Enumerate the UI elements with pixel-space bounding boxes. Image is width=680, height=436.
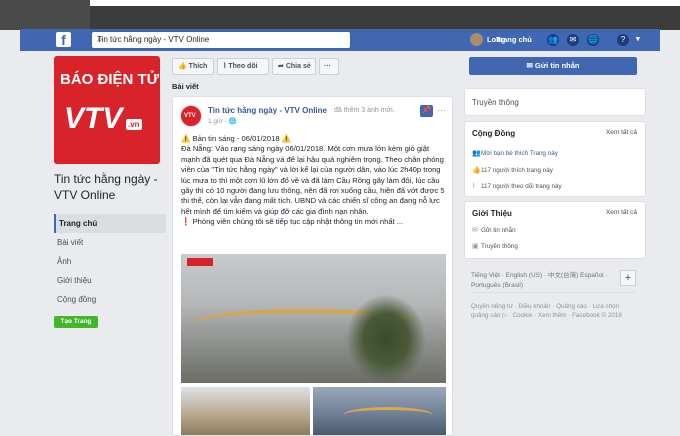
- pin-icon[interactable]: 📌: [420, 105, 433, 117]
- rss-icon: ⌇: [223, 63, 227, 70]
- help-icon[interactable]: ?: [617, 34, 629, 46]
- follow-button[interactable]: ⌇ Theo dõi: [217, 58, 269, 75]
- post-author-link[interactable]: Tin tức hằng ngày - VTV Online: [208, 106, 327, 115]
- share-button[interactable]: ➦ Chia sẻ: [272, 58, 316, 75]
- media-small-icon: ▣: [472, 243, 479, 250]
- nav-item-posts[interactable]: Bài viết: [54, 233, 166, 252]
- os-chrome-bar: [90, 6, 680, 30]
- messenger-icon[interactable]: ✉: [567, 34, 579, 46]
- post-headline: ⚠️ Bản tin sáng - 06/01/2018 ⚠️: [181, 134, 292, 143]
- post-timestamp[interactable]: 1 giờ · 🌐: [208, 117, 237, 125]
- logo-brand: VTV: [64, 102, 123, 135]
- post-action-text: đã thêm 3 ảnh mới.: [334, 107, 395, 114]
- about-title: Giới Thiệu: [472, 209, 512, 218]
- os-chrome-strip: [90, 0, 680, 6]
- logo-line1: BÁO ĐIỆN TỬ: [60, 71, 160, 88]
- dragon-bridge-shape: [343, 407, 433, 423]
- add-language-button[interactable]: +: [620, 270, 636, 286]
- about-see-all-link[interactable]: Xem tất cả: [606, 209, 637, 216]
- community-title: Cộng Đồng: [472, 129, 516, 138]
- post-photo-2[interactable]: [181, 387, 310, 435]
- post-photo-3[interactable]: [313, 387, 446, 435]
- nav-item-community[interactable]: Cộng đồng: [54, 290, 166, 309]
- logo-suffix: .vn: [126, 119, 142, 130]
- followers-count-row: ⌇ 117 người theo dõi trang này: [472, 183, 562, 190]
- page-left-nav: Trang chủ Bài viết Ảnh Giới thiệu Cộng đ…: [54, 214, 166, 309]
- footer-links[interactable]: Quyền riêng tư · Điều khoản · Quảng cáo …: [471, 302, 631, 321]
- send-message-button[interactable]: ✉ Gửi tin nhắn: [469, 57, 637, 75]
- nav-item-photos[interactable]: Ảnh: [54, 252, 166, 271]
- vtv-watermark: [187, 258, 213, 266]
- notifications-icon[interactable]: 🌐: [587, 34, 599, 46]
- post-photo-main[interactable]: [181, 254, 446, 383]
- page-title[interactable]: Tin tức hằng ngày - VTV Online: [54, 171, 164, 203]
- language-selector[interactable]: Tiếng Việt · English (US) · 中文(台灣) Españ…: [471, 271, 616, 291]
- like-count-icon: 👍: [472, 167, 481, 174]
- about-box: Giới Thiệu Xem tất cả ✉ Gửi tin nhắn ▣ Tru…: [464, 201, 646, 259]
- share-icon: ➦: [278, 63, 284, 70]
- create-page-button[interactable]: Tạo Trang: [54, 316, 98, 328]
- home-link[interactable]: Trang chủ: [496, 35, 532, 44]
- post-options-icon[interactable]: ···: [437, 105, 446, 115]
- follow-count-icon: ⌇: [472, 183, 476, 190]
- invite-icon: 👥: [472, 150, 481, 157]
- account-menu-chevron-icon[interactable]: ▾: [636, 34, 640, 43]
- invite-friends-row[interactable]: 👥Mời bạn bè thích Trang này: [472, 149, 558, 157]
- about-send-message-row[interactable]: ✉ Gửi tin nhắn: [472, 226, 516, 234]
- like-icon: 👍: [178, 63, 187, 70]
- facebook-top-bar: f Tin tức hằng ngày - VTV Online ⌕ Long …: [20, 29, 660, 51]
- search-icon[interactable]: ⌕: [97, 34, 346, 45]
- messenger-small-icon: ✉: [472, 227, 478, 234]
- post-paragraph: Đà Nẵng: Vào rạng sáng ngày 06/01/2018. …: [181, 144, 445, 216]
- likes-count-row: 👍117 người thích trang này: [472, 167, 553, 174]
- media-box: Truyền thông: [464, 88, 646, 116]
- post-author-avatar[interactable]: VTV: [180, 105, 202, 127]
- posts-section-title: Bài viết: [172, 82, 199, 91]
- more-actions-button[interactable]: ···: [319, 58, 339, 75]
- community-box: Cộng Đồng Xem tất cả 👥Mời bạn bè thích T…: [464, 121, 646, 197]
- about-media-row[interactable]: ▣ Truyền thông: [472, 242, 518, 250]
- page-profile: BÁO ĐIỆN TỬ VTV .vn: [54, 56, 164, 164]
- footer-divider: [471, 292, 637, 293]
- facebook-logo-icon[interactable]: f: [56, 32, 71, 48]
- like-button[interactable]: 👍 Thích: [172, 58, 214, 75]
- nav-item-about[interactable]: Giới thiệu: [54, 271, 166, 290]
- message-icon: ✉: [526, 61, 533, 70]
- post-update-note: ❗ Phóng viên chúng tôi sẽ tiếp tục cập n…: [181, 217, 404, 227]
- os-chrome: [0, 0, 680, 30]
- feed-post: VTV Tin tức hằng ngày - VTV Online đã th…: [172, 96, 453, 436]
- os-chrome-left: [0, 0, 90, 30]
- friend-requests-icon[interactable]: 👥: [547, 34, 559, 46]
- media-label[interactable]: Truyền thông: [472, 98, 519, 107]
- tree-shape: [346, 294, 426, 383]
- page-logo: BÁO ĐIỆN TỬ VTV .vn: [54, 56, 160, 164]
- search-input[interactable]: Tin tức hằng ngày - VTV Online ⌕: [92, 32, 350, 48]
- community-see-all-link[interactable]: Xem tất cả: [606, 129, 637, 136]
- nav-item-home[interactable]: Trang chủ: [54, 214, 166, 233]
- post-body: ⚠️ Bản tin sáng - 06/01/2018 ⚠️ Đà Nẵng:…: [181, 134, 449, 228]
